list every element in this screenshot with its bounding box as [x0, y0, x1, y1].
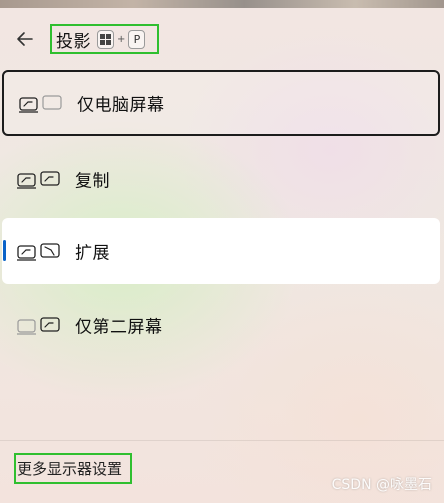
- p-key: P: [128, 29, 146, 49]
- option-extend[interactable]: 扩展: [2, 218, 440, 284]
- background-strip: [0, 0, 444, 8]
- title-highlight: 投影 + P: [50, 24, 159, 54]
- windows-key-icon: [97, 29, 114, 49]
- shortcut-plus: +: [117, 33, 126, 45]
- footer-divider: [0, 440, 444, 441]
- second-screen-only-icon: [17, 317, 60, 335]
- extend-icon: [17, 243, 60, 261]
- page-title: 投影: [56, 31, 91, 52]
- back-arrow-icon: [17, 32, 33, 46]
- project-flyout: 投影 + P 仅电脑屏幕 复制 扩展 仅第二屏幕 更多显示器设置 CSDN @咏…: [0, 8, 444, 503]
- pc-screen-only-icon: [19, 95, 62, 113]
- option-label: 仅电脑屏幕: [77, 95, 165, 116]
- option-label: 仅第二屏幕: [75, 317, 163, 338]
- selected-indicator: [3, 240, 6, 261]
- option-duplicate[interactable]: 复制: [2, 146, 440, 212]
- more-display-settings-link[interactable]: 更多显示器设置: [14, 453, 132, 484]
- flyout-header: 投影 + P: [0, 8, 444, 66]
- watermark: CSDN @咏墨石: [331, 477, 432, 493]
- option-label: 复制: [75, 171, 110, 192]
- duplicate-icon: [17, 171, 60, 189]
- more-display-settings-label: 更多显示器设置: [17, 460, 123, 478]
- back-button[interactable]: [12, 26, 38, 52]
- option-label: 扩展: [75, 243, 110, 264]
- option-second-screen-only[interactable]: 仅第二屏幕: [2, 292, 440, 358]
- option-pc-screen-only[interactable]: 仅电脑屏幕: [2, 70, 440, 136]
